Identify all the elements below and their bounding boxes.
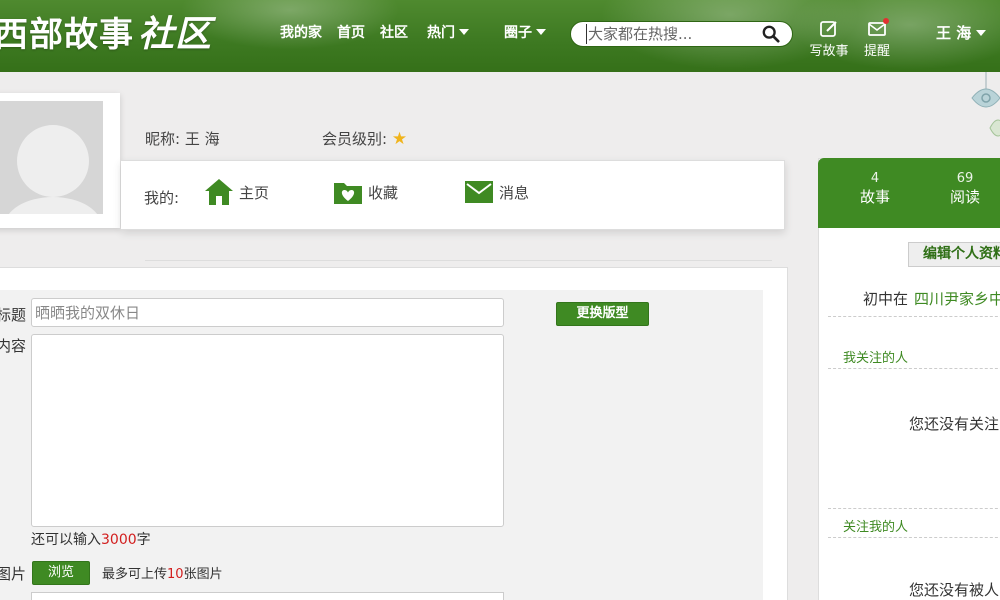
chevron-down-icon (459, 29, 469, 35)
search-input[interactable] (586, 24, 761, 44)
main-nav: 我的家 首页 社区 热门 圈子 (280, 0, 561, 64)
stat-reads[interactable]: 69 阅读 (935, 171, 995, 207)
upload-count: 10 (167, 567, 184, 582)
hanging-ornament-icon (971, 72, 1000, 137)
school-info: 初中在 四川尹家乡中 (863, 288, 1000, 309)
top-header: 西部故事社区 我的家 首页 社区 热门 圈子 写故事 (0, 0, 1000, 72)
remaining-chars-hint: 还可以输入3000字 (31, 529, 151, 549)
school-value[interactable]: 四川尹家乡中 (914, 290, 1000, 308)
change-layout-button[interactable]: 更换版型 (556, 302, 649, 326)
remaining-prefix: 还可以输入 (31, 532, 101, 548)
user-name: 王 海 (936, 24, 972, 42)
member-level-label: 会员级别: (322, 130, 388, 148)
write-story-button[interactable]: 写故事 (807, 20, 851, 59)
extra-input-field[interactable] (31, 592, 504, 600)
search-box (570, 21, 793, 47)
notifications-button[interactable]: 提醒 (855, 18, 899, 59)
school-label: 初中在 (863, 290, 909, 308)
my-favorites-link[interactable]: 收藏 (332, 176, 398, 208)
my-homepage-label: 主页 (239, 183, 270, 202)
edit-icon (820, 21, 837, 37)
divider (828, 368, 1000, 369)
divider (828, 316, 1000, 317)
upload-limit-hint: 最多可上传10张图片 (102, 563, 223, 582)
image-label: 图片 (0, 565, 27, 583)
nickname-value: 王 海 (184, 130, 220, 148)
title-input[interactable] (31, 298, 504, 327)
upload-prefix: 最多可上传 (102, 567, 168, 582)
avatar[interactable] (0, 93, 120, 228)
my-homepage-link[interactable]: 主页 (203, 176, 269, 208)
browse-button[interactable]: 浏览 (32, 561, 90, 585)
content-textarea[interactable] (31, 334, 504, 527)
following-empty-text: 您还没有关注 (909, 415, 1000, 433)
edit-profile-button[interactable]: 编辑个人资料 (908, 242, 1000, 267)
nav-item-circle-label: 圈子 (504, 25, 532, 41)
divider (828, 537, 1000, 538)
upload-suffix: 张图片 (183, 567, 223, 582)
logo-script-text: 社区 (138, 13, 213, 55)
folder-heart-icon (334, 183, 362, 204)
nav-item-circle[interactable]: 圈子 (504, 22, 546, 42)
my-favorites-label: 收藏 (368, 183, 399, 202)
star-icon: ★ (391, 129, 408, 149)
home-icon (205, 179, 233, 205)
stats-bar: 4 故事 69 阅读 (818, 158, 1000, 228)
notification-badge (883, 18, 889, 24)
site-logo[interactable]: 西部故事 社区 (0, 6, 212, 62)
stat-stories-label: 故事 (859, 188, 890, 206)
nav-item-hot-label: 热门 (427, 25, 455, 41)
chevron-down-icon (536, 29, 546, 35)
my-links-panel: 我的: 主页 收藏 消息 (121, 160, 785, 230)
nav-item-community[interactable]: 社区 (380, 22, 408, 42)
content-label: 内容 (0, 337, 27, 355)
following-title: 我关注的人 (843, 351, 909, 366)
member-level-row: 会员级别: ★ (322, 128, 407, 149)
title-label: 标题 (0, 306, 27, 324)
stat-stories-value: 4 (870, 171, 880, 186)
notifications-label: 提醒 (863, 44, 890, 59)
divider (145, 260, 772, 261)
search-icon[interactable] (762, 25, 780, 43)
nickname-row: 昵称: 王 海 (145, 128, 220, 149)
nav-item-hot[interactable]: 热门 (427, 22, 469, 42)
my-label: 我的: (144, 189, 180, 207)
remaining-count: 3000 (101, 532, 137, 548)
nav-item-home[interactable]: 首页 (337, 22, 365, 42)
logo-main-text: 西部故事 (0, 15, 134, 55)
avatar-placeholder-icon (0, 101, 103, 214)
stat-reads-label: 阅读 (949, 188, 980, 206)
nav-item-my-home[interactable]: 我的家 (280, 22, 322, 42)
divider (828, 508, 1000, 509)
write-story-label: 写故事 (809, 44, 849, 59)
my-messages-label: 消息 (499, 183, 530, 202)
nickname-label: 昵称: (145, 130, 181, 148)
remaining-suffix: 字 (136, 532, 151, 548)
followers-empty-text: 您还没有被人 (909, 581, 1000, 599)
stat-reads-value: 69 (956, 171, 974, 186)
chevron-down-icon (976, 29, 987, 36)
followers-title: 关注我的人 (843, 520, 909, 535)
envelope-icon (465, 181, 493, 203)
user-menu[interactable]: 王 海 (936, 22, 987, 43)
my-messages-link[interactable]: 消息 (463, 176, 529, 208)
stat-stories[interactable]: 4 故事 (845, 171, 905, 207)
